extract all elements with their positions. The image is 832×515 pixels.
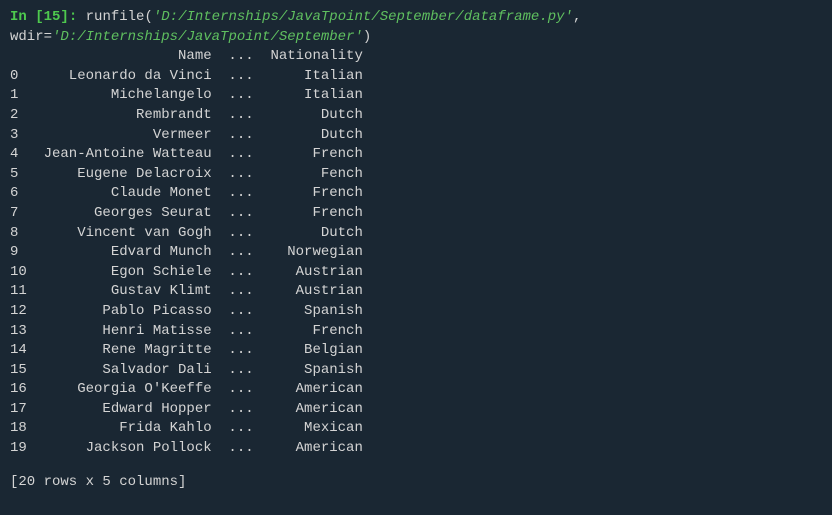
dataframe-summary: [20 rows x 5 columns] bbox=[10, 473, 822, 493]
table-row: 4 Jean-Antoine Watteau ... French bbox=[10, 145, 822, 165]
table-row: 14 Rene Magritte ... Belgian bbox=[10, 341, 822, 361]
table-row: 15 Salvador Dali ... Spanish bbox=[10, 361, 822, 381]
table-row: 6 Claude Monet ... French bbox=[10, 184, 822, 204]
dataframe-rows: 0 Leonardo da Vinci ... Italian 1 Michel… bbox=[10, 67, 822, 459]
table-row: 16 Georgia O'Keeffe ... American bbox=[10, 380, 822, 400]
table-row: 8 Vincent van Gogh ... Dutch bbox=[10, 224, 822, 244]
table-row: 11 Gustav Klimt ... Austrian bbox=[10, 282, 822, 302]
table-row: 13 Henri Matisse ... French bbox=[10, 322, 822, 342]
table-row: 5 Eugene Delacroix ... Fench bbox=[10, 165, 822, 185]
arg2-string: 'D:/Internships/JavaTpoint/September' bbox=[52, 29, 363, 45]
equals-sign: = bbox=[44, 29, 52, 45]
prompt-number: 15 bbox=[44, 9, 61, 25]
open-paren: ( bbox=[144, 9, 152, 25]
table-row: 12 Pablo Picasso ... Spanish bbox=[10, 302, 822, 322]
table-row: 19 Jackson Pollock ... American bbox=[10, 439, 822, 459]
prompt-in-label: In [ bbox=[10, 9, 44, 25]
table-row: 17 Edward Hopper ... American bbox=[10, 400, 822, 420]
table-row: 9 Edvard Munch ... Norwegian bbox=[10, 243, 822, 263]
arg1-string: 'D:/Internships/JavaTpoint/September/dat… bbox=[153, 9, 573, 25]
table-row: 3 Vermeer ... Dutch bbox=[10, 126, 822, 146]
prompt-close: ]: bbox=[60, 9, 85, 25]
function-name: runfile bbox=[86, 9, 145, 25]
table-row: 10 Egon Schiele ... Austrian bbox=[10, 263, 822, 283]
table-row: 1 Michelangelo ... Italian bbox=[10, 86, 822, 106]
kwarg-name: wdir bbox=[10, 29, 44, 45]
table-row: 7 Georges Seurat ... French bbox=[10, 204, 822, 224]
dataframe-header: Name ... Nationality bbox=[10, 47, 822, 67]
table-row: 0 Leonardo da Vinci ... Italian bbox=[10, 67, 822, 87]
console-input-line: In [15]: runfile('D:/Internships/JavaTpo… bbox=[10, 8, 822, 47]
table-row: 18 Frida Kahlo ... Mexican bbox=[10, 419, 822, 439]
close-paren: ) bbox=[363, 29, 371, 45]
arg-separator: , bbox=[573, 9, 590, 25]
table-row: 2 Rembrandt ... Dutch bbox=[10, 106, 822, 126]
